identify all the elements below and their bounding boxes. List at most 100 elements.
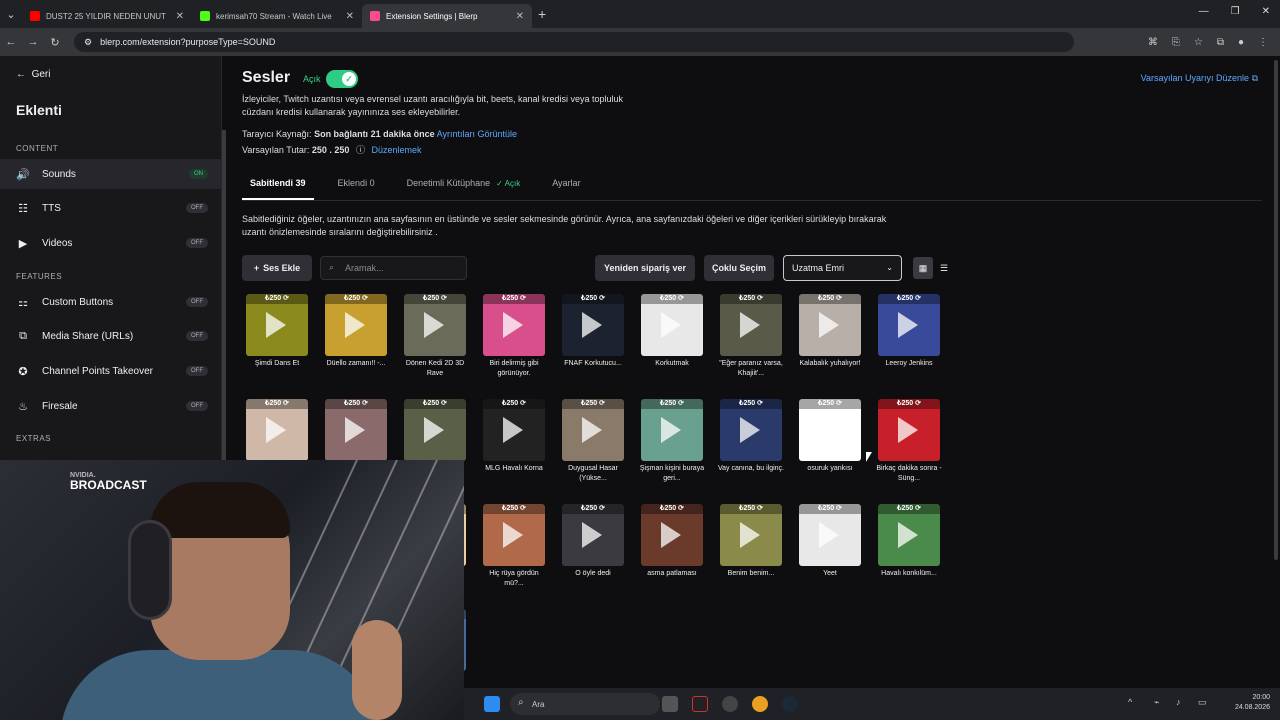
- browser-tab-1[interactable]: DUST2 25 YILDIR NEDEN UNUT ✕: [22, 4, 192, 28]
- play-icon[interactable]: [424, 417, 444, 443]
- sound-card[interactable]: ₺250 ⟳ Dönen Kedi 2D 3D Rave: [400, 294, 470, 394]
- back-link[interactable]: ← Geri: [16, 69, 50, 80]
- info-icon[interactable]: ⓘ: [356, 145, 365, 155]
- reload-icon[interactable]: ↻: [44, 36, 66, 49]
- close-window-icon[interactable]: ✕: [1262, 6, 1270, 17]
- back-icon[interactable]: ←: [0, 36, 22, 48]
- minimize-icon[interactable]: —: [1199, 6, 1209, 17]
- add-sound-button[interactable]: + Ses Ekle: [242, 255, 312, 281]
- sidebar-item-custom-buttons[interactable]: ⚏ Custom Buttons OFF: [0, 287, 222, 317]
- browser-tab-3[interactable]: Extension Settings | Blerp ✕: [362, 4, 532, 28]
- play-icon[interactable]: [582, 522, 602, 548]
- play-icon[interactable]: [661, 417, 681, 443]
- taskbar-search[interactable]: ⌕ Ara: [510, 693, 660, 715]
- extensions-icon[interactable]: ⧉: [1217, 37, 1224, 48]
- sound-card[interactable]: ₺250 ⟳ Şişman kişini buraya geri...: [637, 399, 707, 499]
- sound-card[interactable]: ₺250 ⟳ Kalabalık yuhalıyor!: [795, 294, 865, 394]
- sound-card[interactable]: ₺250 ⟳ Hiç rüya gördün mü?...: [479, 504, 549, 604]
- network-icon[interactable]: ⌁: [1154, 697, 1159, 708]
- play-icon[interactable]: [898, 417, 918, 443]
- play-icon[interactable]: [582, 417, 602, 443]
- play-icon[interactable]: [898, 522, 918, 548]
- obs-icon[interactable]: [722, 696, 738, 712]
- play-icon[interactable]: [898, 312, 918, 338]
- tab-added[interactable]: Eklendi 0: [330, 174, 383, 200]
- tab-pinned[interactable]: Sabitlendi 39: [242, 174, 314, 200]
- sound-card[interactable]: ₺250 ⟳ Havalı konkılüm...: [874, 504, 942, 604]
- sound-card[interactable]: ₺250 ⟳ Şimdi Dans Et: [242, 294, 312, 394]
- sidebar-item-sounds[interactable]: 🔊 Sounds ON: [0, 159, 222, 189]
- clock[interactable]: 20:00 24.08.2026: [1235, 693, 1270, 713]
- list-view-icon[interactable]: ☰: [934, 257, 954, 279]
- sound-card[interactable]: ₺250 ⟳ osuruk yankısı: [795, 399, 865, 499]
- tray-chevron-icon[interactable]: ^: [1128, 697, 1132, 707]
- sound-card[interactable]: ₺250 ⟳ MLG Havalı Korna: [479, 399, 549, 499]
- reorder-button[interactable]: Yeniden sipariş ver: [595, 255, 695, 281]
- play-icon[interactable]: [424, 312, 444, 338]
- edit-default-alert-link[interactable]: Varsayılan Uyarıyı Düzenle ⧉: [1141, 73, 1258, 84]
- sound-card[interactable]: ₺250 ⟳ Korkutmak: [637, 294, 707, 394]
- sidebar-item-firesale[interactable]: ♨ Firesale OFF: [0, 391, 222, 421]
- close-icon[interactable]: ✕: [516, 11, 524, 22]
- steam-icon[interactable]: [782, 696, 798, 712]
- volume-icon[interactable]: ♪: [1176, 697, 1181, 707]
- play-icon[interactable]: [266, 417, 286, 443]
- sound-card[interactable]: ₺250 ⟳ O öyle dedi: [558, 504, 628, 604]
- play-icon[interactable]: [819, 417, 839, 443]
- sidebar-item-tts[interactable]: ☷ TTS OFF: [0, 193, 222, 223]
- play-icon[interactable]: [266, 312, 286, 338]
- sound-card[interactable]: ₺250 ⟳ Düello zamanı!! -...: [321, 294, 391, 394]
- view-details-link[interactable]: Ayrıntıları Görüntüle: [437, 129, 517, 139]
- play-icon[interactable]: [345, 312, 365, 338]
- page-scrollbar[interactable]: [1274, 60, 1278, 560]
- maximize-icon[interactable]: ❐: [1231, 6, 1240, 17]
- sound-card[interactable]: ₺250 ⟳ asma patlaması: [637, 504, 707, 604]
- chrome-icon[interactable]: [752, 696, 768, 712]
- app-icon[interactable]: [692, 696, 708, 712]
- forward-icon[interactable]: →: [22, 36, 44, 48]
- grid-view-icon[interactable]: ▦: [913, 257, 933, 279]
- browser-tab-2[interactable]: kerimsah70 Stream - Watch Live ✕: [192, 4, 362, 28]
- play-icon[interactable]: [345, 417, 365, 443]
- sound-card[interactable]: ₺250 ⟳ Leeroy Jenkins: [874, 294, 942, 394]
- play-icon[interactable]: [503, 522, 523, 548]
- site-info-icon[interactable]: ⚙: [84, 37, 92, 48]
- play-icon[interactable]: [740, 417, 760, 443]
- sound-card[interactable]: ₺250 ⟳ FNAF Korkutucu...: [558, 294, 628, 394]
- play-icon[interactable]: [740, 522, 760, 548]
- windows-start-icon[interactable]: [484, 696, 500, 712]
- sidebar-item-media-share[interactable]: ⧉ Media Share (URLs) OFF: [0, 321, 222, 351]
- play-icon[interactable]: [661, 522, 681, 548]
- search-input[interactable]: ⌕ Aramak...: [320, 256, 467, 280]
- tab-moderated-library[interactable]: Denetimli Kütüphane ✓ Açık: [399, 174, 529, 200]
- close-icon[interactable]: ✕: [346, 11, 354, 22]
- sound-card[interactable]: ₺250 ⟳ Yeet: [795, 504, 865, 604]
- battery-icon[interactable]: ▭: [1198, 697, 1207, 708]
- play-icon[interactable]: [740, 312, 760, 338]
- bookmark-star-icon[interactable]: ☆: [1194, 37, 1203, 48]
- play-icon[interactable]: [819, 312, 839, 338]
- tab-search-icon[interactable]: ⌄: [0, 8, 22, 21]
- sound-card[interactable]: ₺250 ⟳ Biri delirmiş gibi görünüyor.: [479, 294, 549, 394]
- sidebar-item-channel-points[interactable]: ✪ Channel Points Takeover OFF: [0, 356, 222, 386]
- multi-select-button[interactable]: Çoklu Seçim: [704, 255, 774, 281]
- install-icon[interactable]: ⎘: [1172, 37, 1180, 48]
- sound-card[interactable]: ₺250 ⟳ Duygusal Hasar (Yükse...: [558, 399, 628, 499]
- url-field[interactable]: ⚙ blerp.com/extension?purposeType=SOUND: [74, 32, 1074, 52]
- play-icon[interactable]: [819, 522, 839, 548]
- translate-icon[interactable]: ⌘: [1148, 37, 1158, 48]
- sort-select[interactable]: Uzatma Emri ⌄: [783, 255, 902, 281]
- sidebar-item-videos[interactable]: ▶ Videos OFF: [0, 228, 222, 258]
- tab-settings[interactable]: Ayarlar: [544, 174, 588, 200]
- close-icon[interactable]: ✕: [176, 11, 184, 22]
- sound-card[interactable]: ₺250 ⟳ Birkaç dakika sonra - Süng...: [874, 399, 942, 499]
- sounds-toggle[interactable]: [326, 70, 358, 88]
- play-icon[interactable]: [661, 312, 681, 338]
- sound-card[interactable]: ₺250 ⟳ Vay canına, bu ilginç.: [716, 399, 786, 499]
- sound-card[interactable]: ₺250 ⟳ "Eğer paranız varsa, Khajiit'...: [716, 294, 786, 394]
- sound-card[interactable]: ₺250 ⟳ Benim benim...: [716, 504, 786, 604]
- task-view-icon[interactable]: [662, 696, 678, 712]
- play-icon[interactable]: [503, 417, 523, 443]
- new-tab-icon[interactable]: +: [538, 6, 546, 22]
- profile-icon[interactable]: ●: [1238, 37, 1244, 48]
